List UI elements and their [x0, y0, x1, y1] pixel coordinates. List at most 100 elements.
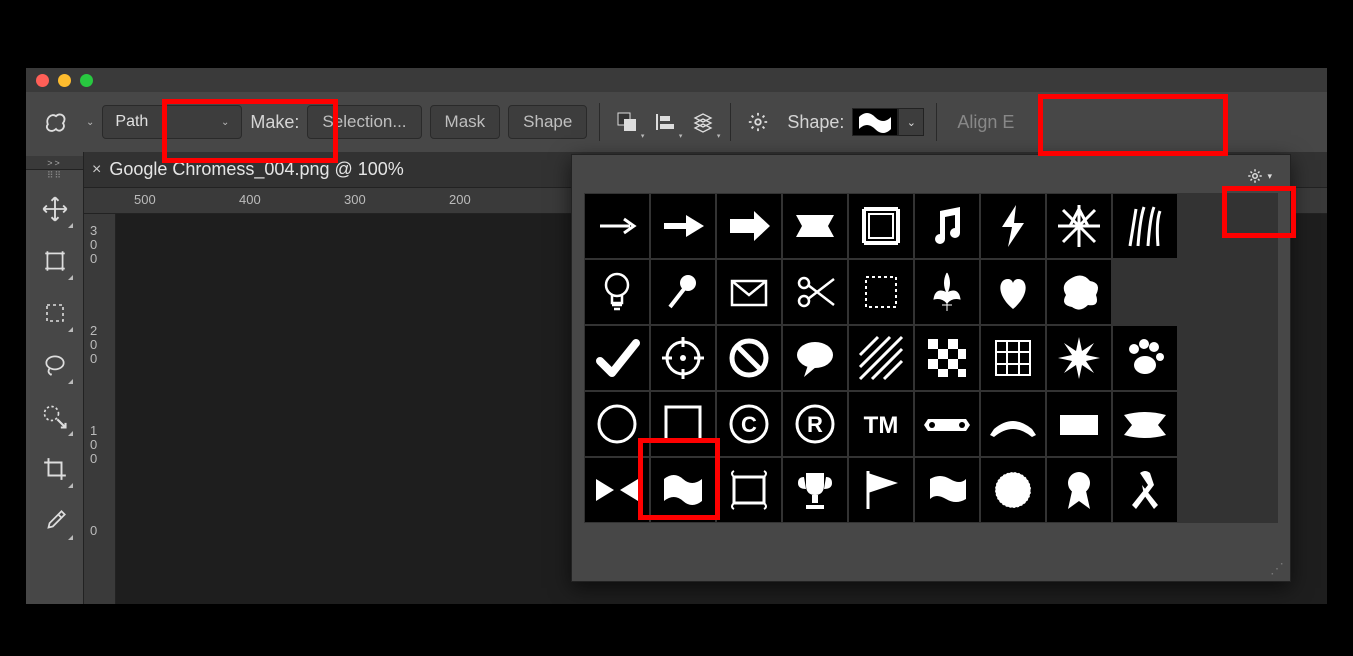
- shape-trophy[interactable]: [782, 457, 848, 523]
- shape-fleur-de-lis[interactable]: [914, 259, 980, 325]
- shape-copyright[interactable]: C: [716, 391, 782, 457]
- shape-picker[interactable]: ⌄: [852, 108, 924, 136]
- shape-label: Shape:: [787, 112, 844, 133]
- shape-flag-point[interactable]: [1112, 391, 1178, 457]
- svg-text:R: R: [807, 412, 823, 437]
- options-bar: ⌄ Path ⌄ Make: Selection... Mask Shape ▾…: [26, 92, 1327, 152]
- shape-paw-print[interactable]: [1112, 325, 1178, 391]
- tool-mode-label: Path: [115, 113, 148, 131]
- shape-checkmark[interactable]: [584, 325, 650, 391]
- make-shape-button[interactable]: Shape: [508, 105, 587, 139]
- panel-grip[interactable]: ⠿⠿: [26, 170, 83, 180]
- ruler-tick: 0: [90, 338, 97, 351]
- shape-flag-wavy[interactable]: [914, 457, 980, 523]
- shape-pennant[interactable]: [848, 457, 914, 523]
- svg-text:C: C: [741, 412, 757, 437]
- shape-spiky-burst[interactable]: [1046, 325, 1112, 391]
- shape-flag-wave-selected[interactable]: [650, 457, 716, 523]
- shapes-grid: C R TM: [584, 193, 1278, 523]
- shape-frame-stamp[interactable]: [848, 193, 914, 259]
- shapes-panel-menu-button[interactable]: ▾: [1246, 167, 1272, 185]
- window-minimize-button[interactable]: [58, 74, 71, 87]
- shape-ribbon-banner[interactable]: [914, 391, 980, 457]
- resize-grip[interactable]: ⋰: [1270, 560, 1284, 577]
- path-arrangement-icon[interactable]: ▾: [688, 107, 718, 137]
- shape-music-note[interactable]: [914, 193, 980, 259]
- shape-heart[interactable]: [980, 259, 1046, 325]
- shape-blob[interactable]: [1046, 259, 1112, 325]
- align-edges-label: Align E: [957, 112, 1014, 133]
- ruler-tick: 400: [239, 192, 261, 207]
- shape-bowtie[interactable]: [584, 457, 650, 523]
- make-shape-label: Shape: [523, 112, 572, 132]
- ruler-tick: 500: [134, 192, 156, 207]
- crop-tool[interactable]: [33, 446, 77, 492]
- divider: [936, 103, 937, 141]
- make-mask-label: Mask: [445, 112, 486, 132]
- shape-awareness-ribbon[interactable]: [1112, 457, 1178, 523]
- shape-arrow-block[interactable]: [716, 193, 782, 259]
- shape-banner-rect[interactable]: [782, 193, 848, 259]
- shape-diagonal-lines[interactable]: [848, 325, 914, 391]
- shape-light-bulb[interactable]: [584, 259, 650, 325]
- panel-expand-handle[interactable]: >>: [26, 156, 83, 170]
- shape-ornate-frame[interactable]: [716, 457, 782, 523]
- shape-grid[interactable]: [980, 325, 1046, 391]
- tools-panel: >> ⠿⠿: [26, 152, 84, 604]
- custom-shape-tool-icon[interactable]: [36, 102, 76, 142]
- shape-no-sign[interactable]: [716, 325, 782, 391]
- window-maximize-button[interactable]: [80, 74, 93, 87]
- window-close-button[interactable]: [36, 74, 49, 87]
- shape-registered[interactable]: R: [782, 391, 848, 457]
- shape-checkerboard[interactable]: [914, 325, 980, 391]
- shape-speech-bubble[interactable]: [782, 325, 848, 391]
- marquee-tool[interactable]: [33, 290, 77, 336]
- shape-starburst[interactable]: [1046, 193, 1112, 259]
- shape-circle-outline[interactable]: [584, 391, 650, 457]
- ruler-tick: 0: [90, 252, 97, 265]
- shape-pushpin[interactable]: [650, 259, 716, 325]
- lasso-tool[interactable]: [33, 342, 77, 388]
- artboard-tool[interactable]: [33, 238, 77, 284]
- shape-preview-swatch: [852, 108, 898, 136]
- titlebar: [26, 68, 1327, 92]
- make-selection-button[interactable]: Selection...: [307, 105, 421, 139]
- svg-text:TM: TM: [864, 412, 899, 439]
- tab-close-button[interactable]: ×: [92, 161, 101, 179]
- move-tool[interactable]: [33, 186, 77, 232]
- path-operations-icon[interactable]: ▾: [612, 107, 642, 137]
- quick-selection-tool[interactable]: [33, 394, 77, 440]
- tool-mode-select[interactable]: Path ⌄: [102, 105, 242, 139]
- shape-empty: [1112, 259, 1178, 325]
- document-tab-title[interactable]: Google Chromess_004.png @ 100%: [109, 159, 403, 180]
- shapes-picker-panel: ▾ C R TM: [571, 154, 1291, 582]
- shape-scissors[interactable]: [782, 259, 848, 325]
- shape-envelope[interactable]: [716, 259, 782, 325]
- make-mask-button[interactable]: Mask: [430, 105, 501, 139]
- shape-flag-simple[interactable]: [1046, 391, 1112, 457]
- make-label: Make:: [250, 112, 299, 133]
- shape-grass[interactable]: [1112, 193, 1178, 259]
- shape-crosshair[interactable]: [650, 325, 716, 391]
- ruler-tick: 0: [90, 352, 97, 365]
- shape-arrow-thin[interactable]: [584, 193, 650, 259]
- shape-lightning-bolt[interactable]: [980, 193, 1046, 259]
- shape-picker-dropdown[interactable]: ⌄: [898, 108, 924, 136]
- ruler-tick: 0: [90, 452, 97, 465]
- expand-chevrons: >>: [47, 158, 62, 168]
- shape-ribbon-arc[interactable]: [980, 391, 1046, 457]
- gear-icon[interactable]: [743, 107, 773, 137]
- eyedropper-tool[interactable]: [33, 498, 77, 544]
- shape-arrow-medium[interactable]: [650, 193, 716, 259]
- tool-dropdown-caret[interactable]: ⌄: [86, 117, 94, 128]
- vertical-ruler[interactable]: 3 0 0 2 0 0 1 0 0 0: [84, 214, 116, 604]
- path-alignment-icon[interactable]: ▾: [650, 107, 680, 137]
- shape-trademark[interactable]: TM: [848, 391, 914, 457]
- shape-stamp-dotted[interactable]: [848, 259, 914, 325]
- shape-square-outline[interactable]: [650, 391, 716, 457]
- ruler-tick: 300: [344, 192, 366, 207]
- make-selection-label: Selection...: [322, 112, 406, 132]
- shape-award-ribbon[interactable]: [1046, 457, 1112, 523]
- ruler-tick: 1: [90, 424, 97, 437]
- shape-seal[interactable]: [980, 457, 1046, 523]
